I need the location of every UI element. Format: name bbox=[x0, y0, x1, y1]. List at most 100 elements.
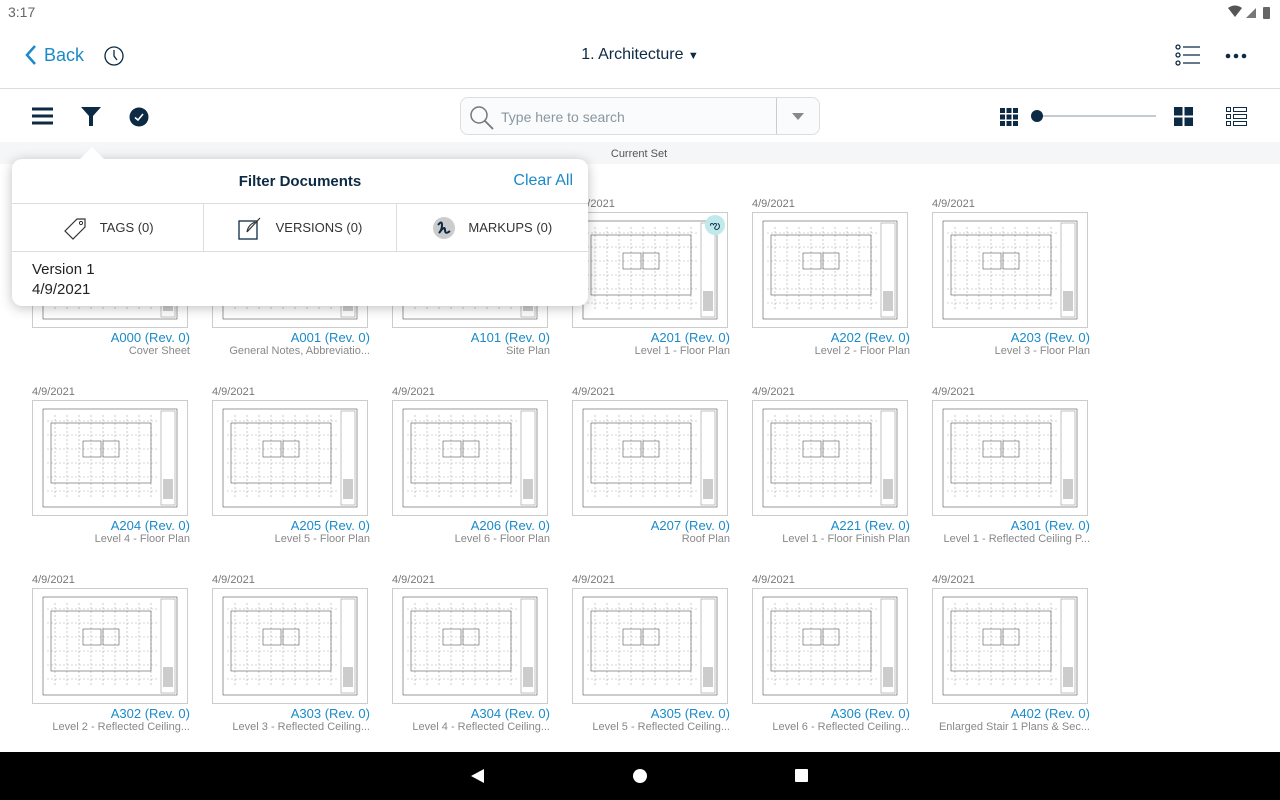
document-name[interactable]: A201 (Rev. 0) bbox=[572, 330, 730, 345]
filter-tab-label: TAGS (0) bbox=[99, 220, 154, 235]
nav-back-icon[interactable] bbox=[470, 768, 486, 784]
document-description: Level 3 - Floor Plan bbox=[994, 345, 1090, 357]
document-thumbnail[interactable] bbox=[752, 212, 908, 328]
document-name[interactable]: A206 (Rev. 0) bbox=[392, 518, 550, 533]
sheet-drawing bbox=[762, 220, 898, 320]
document-thumbnail[interactable] bbox=[212, 588, 368, 704]
document-thumbnail[interactable] bbox=[752, 400, 908, 516]
document-name[interactable]: A204 (Rev. 0) bbox=[32, 518, 190, 533]
thumbnail-size-slider[interactable] bbox=[1036, 115, 1156, 117]
document-thumbnail[interactable] bbox=[212, 400, 368, 516]
document-date: 4/9/2021 bbox=[212, 574, 255, 586]
document-name[interactable]: A304 (Rev. 0) bbox=[392, 706, 550, 721]
nav-home-icon[interactable] bbox=[632, 768, 648, 784]
set-title-dropdown[interactable]: 1. Architecture ▼ bbox=[0, 46, 1280, 64]
document-name[interactable]: A101 (Rev. 0) bbox=[392, 330, 550, 345]
search-icon bbox=[470, 106, 494, 130]
document-description: Enlarged Stair 1 Plans & Sec... bbox=[938, 721, 1090, 733]
filter-icon[interactable] bbox=[80, 105, 102, 127]
search-dropdown-icon[interactable] bbox=[792, 113, 804, 121]
status-bar: 3:17 bbox=[0, 0, 1280, 24]
document-name[interactable]: A305 (Rev. 0) bbox=[572, 706, 730, 721]
document-thumbnail[interactable] bbox=[32, 400, 188, 516]
document-tile[interactable]: 4/9/2021 A305 (Rev. 0) Level 5 - Reflect… bbox=[572, 574, 732, 733]
document-thumbnail[interactable] bbox=[932, 400, 1088, 516]
document-tile[interactable]: 4/9/2021 A301 (Rev. 0) Level 1 - Reflect… bbox=[932, 386, 1092, 545]
filter-tab-tags[interactable]: TAGS (0) bbox=[12, 204, 205, 251]
list-outline-icon[interactable] bbox=[1175, 44, 1201, 68]
document-date: 4/9/2021 bbox=[932, 198, 975, 210]
document-date: 4/9/2021 bbox=[212, 386, 255, 398]
sheet-drawing bbox=[222, 408, 358, 508]
document-date: 4/9/2021 bbox=[752, 574, 795, 586]
top-bar: Back 1. Architecture ▼ bbox=[0, 24, 1280, 89]
sheet-drawing bbox=[762, 596, 898, 696]
version-item[interactable]: Version 1 4/9/2021 bbox=[32, 260, 95, 300]
document-name[interactable]: A202 (Rev. 0) bbox=[752, 330, 910, 345]
document-thumbnail[interactable] bbox=[32, 588, 188, 704]
sheet-drawing bbox=[42, 596, 178, 696]
filter-title: Filter Documents bbox=[238, 173, 362, 190]
document-name[interactable]: A306 (Rev. 0) bbox=[752, 706, 910, 721]
document-tile[interactable]: 4/9/2021 A306 (Rev. 0) Level 6 - Reflect… bbox=[752, 574, 912, 733]
document-name[interactable]: A203 (Rev. 0) bbox=[932, 330, 1090, 345]
document-name[interactable]: A205 (Rev. 0) bbox=[212, 518, 370, 533]
more-options-icon[interactable] bbox=[1225, 52, 1249, 60]
document-name[interactable]: A302 (Rev. 0) bbox=[32, 706, 190, 721]
search-divider bbox=[776, 98, 777, 134]
search-box[interactable]: Type here to search bbox=[460, 97, 820, 135]
document-tile[interactable]: 4/9/2021 ఌ A201 (Rev. 0) Level 1 - Floor… bbox=[572, 198, 732, 357]
document-name[interactable]: A001 (Rev. 0) bbox=[212, 330, 370, 345]
document-name[interactable]: A207 (Rev. 0) bbox=[572, 518, 730, 533]
small-grid-icon[interactable] bbox=[1000, 108, 1018, 126]
document-thumbnail[interactable] bbox=[572, 588, 728, 704]
search-input[interactable]: Type here to search bbox=[501, 109, 625, 125]
document-tile[interactable]: 4/9/2021 A202 (Rev. 0) Level 2 - Floor P… bbox=[752, 198, 912, 357]
document-tile[interactable]: 4/9/2021 A221 (Rev. 0) Level 1 - Floor F… bbox=[752, 386, 912, 545]
nav-recents-icon[interactable] bbox=[794, 768, 810, 784]
check-circle-icon[interactable] bbox=[128, 106, 150, 128]
status-icons bbox=[1228, 5, 1270, 19]
versions-icon bbox=[237, 217, 261, 240]
document-tile[interactable]: 4/9/2021 A304 (Rev. 0) Level 4 - Reflect… bbox=[392, 574, 552, 733]
document-tile[interactable]: 4/9/2021 A303 (Rev. 0) Level 3 - Reflect… bbox=[212, 574, 372, 733]
system-nav-bar bbox=[0, 752, 1280, 800]
document-tile[interactable]: 4/9/2021 A205 (Rev. 0) Level 5 - Floor P… bbox=[212, 386, 372, 545]
large-grid-icon[interactable] bbox=[1174, 107, 1193, 126]
document-name[interactable]: A221 (Rev. 0) bbox=[752, 518, 910, 533]
document-name[interactable]: A301 (Rev. 0) bbox=[932, 518, 1090, 533]
document-thumbnail[interactable]: ఌ bbox=[572, 212, 728, 328]
document-tile[interactable]: 4/9/2021 A203 (Rev. 0) Level 3 - Floor P… bbox=[932, 198, 1092, 357]
sheet-drawing bbox=[402, 596, 538, 696]
set-title: 1. Architecture bbox=[581, 46, 684, 63]
document-thumbnail[interactable] bbox=[932, 588, 1088, 704]
document-thumbnail[interactable] bbox=[572, 400, 728, 516]
document-name[interactable]: A303 (Rev. 0) bbox=[212, 706, 370, 721]
document-date: 4/9/2021 bbox=[752, 386, 795, 398]
document-thumbnail[interactable] bbox=[392, 400, 548, 516]
document-description: Level 1 - Floor Plan bbox=[634, 345, 730, 357]
document-tile[interactable]: 4/9/2021 A204 (Rev. 0) Level 4 - Floor P… bbox=[32, 386, 192, 545]
sheet-drawing bbox=[762, 408, 898, 508]
document-date: 4/9/2021 bbox=[572, 386, 615, 398]
slider-handle[interactable] bbox=[1031, 110, 1043, 122]
filter-tab-markups[interactable]: MARKUPS (0) bbox=[397, 204, 588, 251]
document-tile[interactable]: 4/9/2021 A206 (Rev. 0) Level 6 - Floor P… bbox=[392, 386, 552, 545]
document-date: 4/9/2021 bbox=[572, 198, 615, 210]
document-date: 4/9/2021 bbox=[392, 386, 435, 398]
document-thumbnail[interactable] bbox=[932, 212, 1088, 328]
document-tile[interactable]: 4/9/2021 A207 (Rev. 0) Roof Plan bbox=[572, 386, 732, 545]
menu-icon[interactable] bbox=[32, 106, 54, 126]
document-description: Level 4 - Floor Plan bbox=[94, 533, 190, 545]
list-view-icon[interactable] bbox=[1226, 107, 1248, 126]
clear-all-button[interactable]: Clear All bbox=[513, 172, 573, 190]
document-name[interactable]: A000 (Rev. 0) bbox=[32, 330, 190, 345]
document-thumbnail[interactable] bbox=[392, 588, 548, 704]
sheet-drawing bbox=[42, 408, 178, 508]
filter-tab-versions[interactable]: VERSIONS (0) bbox=[204, 204, 397, 251]
document-tile[interactable]: 4/9/2021 A302 (Rev. 0) Level 2 - Reflect… bbox=[32, 574, 192, 733]
document-tile[interactable]: 4/9/2021 A402 (Rev. 0) Enlarged Stair 1 … bbox=[932, 574, 1092, 733]
version-date: 4/9/2021 bbox=[32, 281, 91, 298]
document-name[interactable]: A402 (Rev. 0) bbox=[932, 706, 1090, 721]
document-thumbnail[interactable] bbox=[752, 588, 908, 704]
